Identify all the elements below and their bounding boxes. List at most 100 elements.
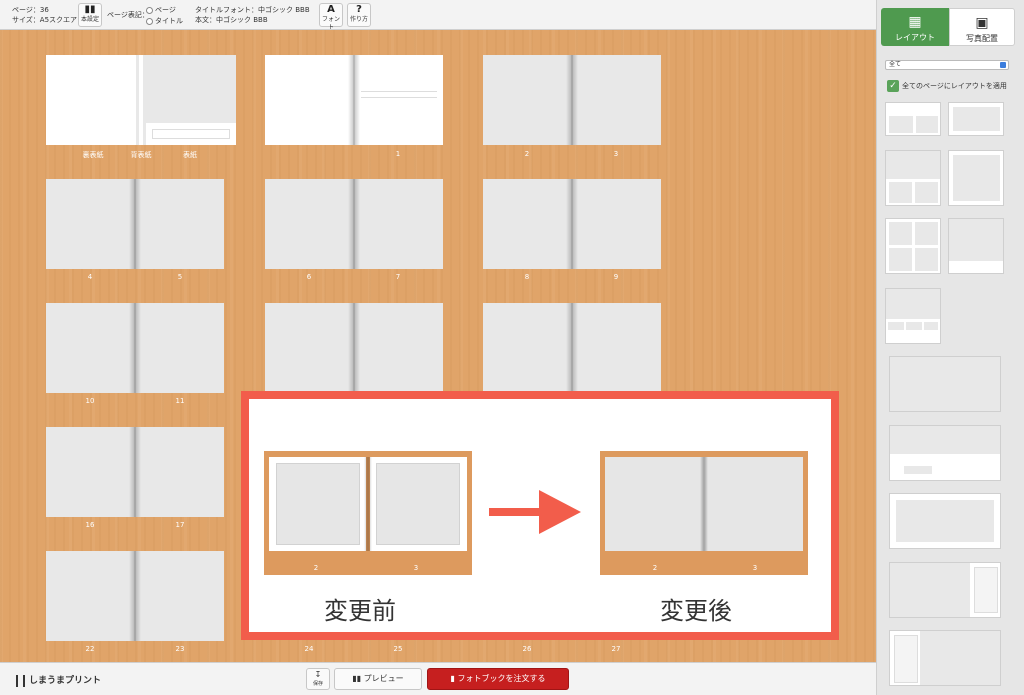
- spread-pages-10-11[interactable]: [46, 303, 224, 393]
- font-button[interactable]: A フォント: [319, 3, 343, 31]
- spread-pages-22-23[interactable]: [46, 551, 224, 641]
- apply-all-label: 全てのページにレイアウトを適用: [902, 82, 1007, 90]
- layout-template[interactable]: [889, 425, 1001, 481]
- save-button[interactable]: ↧ 保存: [306, 668, 330, 690]
- page-label-6: 6: [306, 273, 312, 281]
- page-count: ページ：36: [12, 6, 49, 14]
- page-label-17: 17: [175, 521, 185, 529]
- order-label: フォトブックを注文する: [457, 674, 546, 683]
- book-settings-button[interactable]: ▮▮ 本設定: [78, 3, 102, 27]
- tab-photo-placement[interactable]: ▣ 写真配置: [949, 8, 1015, 46]
- tab-layout-label: レイアウト: [895, 33, 935, 42]
- spread-pages-8-9[interactable]: [483, 179, 661, 269]
- cover-label-spine: 背表紙: [130, 151, 152, 159]
- book-icon: ▮▮: [352, 674, 364, 683]
- bottom-bar: しまうまプリント ↧ 保存 ▮▮ プレビュー ▮ フォトブックを注文する: [0, 662, 876, 695]
- before-page-3: 3: [413, 564, 419, 572]
- spread-pages-4-5[interactable]: [46, 179, 224, 269]
- brand-name: しまうまプリント: [29, 676, 102, 686]
- filter-value: 全て: [889, 61, 902, 68]
- layout-template[interactable]: [889, 356, 1001, 412]
- layout-filter-select[interactable]: 全て: [885, 60, 1009, 70]
- book-size: サイズ：A5スクエア: [12, 16, 78, 24]
- after-page-3: 3: [752, 564, 758, 572]
- check-icon[interactable]: ✓: [887, 80, 899, 92]
- page-label-26: 26: [522, 645, 532, 653]
- layout-template[interactable]: [889, 562, 1001, 618]
- layout-template[interactable]: [948, 102, 1004, 136]
- preview-button[interactable]: ▮▮ プレビュー: [334, 668, 422, 690]
- layout-change-callout: 2 3 2 3 変更前 変更後: [241, 391, 839, 640]
- top-toolbar: ページ：36 サイズ：A5スクエア ▮▮ 本設定 ページ表記： ページ タイトル…: [0, 0, 876, 31]
- spread-pages-14-15[interactable]: [483, 303, 661, 393]
- font-icon: A: [327, 4, 335, 15]
- cover-label-back: 裏表紙: [82, 151, 104, 159]
- page-label-1: 1: [395, 150, 401, 158]
- layout-template[interactable]: [885, 102, 941, 136]
- page-label-11: 11: [175, 397, 185, 405]
- spread-pages-6-7[interactable]: [265, 179, 443, 269]
- page-label-22: 22: [85, 645, 95, 653]
- tab-photo-label: 写真配置: [966, 34, 998, 43]
- after-spread: 2 3: [600, 451, 808, 575]
- help-icon: ?: [356, 4, 362, 15]
- page-label-16: 16: [85, 521, 95, 529]
- page-option[interactable]: ページ: [146, 5, 176, 15]
- layout-template[interactable]: [948, 150, 1004, 206]
- back-cover: [46, 55, 136, 145]
- spread-page-1[interactable]: [265, 55, 443, 145]
- page-label-7: 7: [395, 273, 401, 281]
- spread-pages-12-13[interactable]: [265, 303, 443, 393]
- page-label-27: 27: [611, 645, 621, 653]
- page-label-3: 3: [613, 150, 619, 158]
- title-option-label: タイトル: [155, 17, 183, 25]
- spread-pages-16-17[interactable]: [46, 427, 224, 517]
- page-label-10: 10: [85, 397, 95, 405]
- grid-icon: ▦: [908, 14, 922, 30]
- preview-label: プレビュー: [363, 674, 404, 683]
- book-icon: ▮▮: [84, 4, 96, 15]
- tab-layout[interactable]: ▦ レイアウト: [881, 8, 949, 46]
- help-button[interactable]: ? 作り方: [347, 3, 371, 27]
- page-label-2: 2: [524, 150, 530, 158]
- after-page-2: 2: [652, 564, 658, 572]
- page-label-9: 9: [613, 273, 619, 281]
- layout-template[interactable]: [885, 288, 941, 344]
- page-notation-label: ページ表記：: [107, 11, 149, 19]
- page-label-24: 24: [304, 645, 314, 653]
- arrow-right-icon: [539, 490, 581, 534]
- select-arrow-icon: [1000, 62, 1006, 68]
- save-label: 保存: [312, 681, 323, 687]
- front-cover-title-box: [152, 129, 230, 139]
- order-photobook-button[interactable]: ▮ フォトブックを注文する: [427, 668, 569, 690]
- page-label-4: 4: [87, 273, 93, 281]
- layout-template[interactable]: [889, 630, 1001, 686]
- layout-template[interactable]: [948, 218, 1004, 274]
- before-spread: 2 3: [264, 451, 472, 575]
- page-checkbox[interactable]: [146, 6, 153, 14]
- layout-template[interactable]: [889, 493, 1001, 549]
- title-option[interactable]: タイトル: [146, 16, 183, 26]
- arrow-shaft: [489, 508, 541, 516]
- logo-icon: [16, 674, 25, 687]
- help-button-label: 作り方: [349, 16, 368, 23]
- after-label: 変更後: [660, 597, 732, 625]
- before-label: 変更前: [324, 597, 396, 625]
- cover-label-front: 表紙: [183, 151, 197, 159]
- save-icon: ↧: [314, 670, 322, 679]
- page-label-8: 8: [524, 273, 530, 281]
- page-option-label: ページ: [155, 6, 176, 14]
- title-font-info: タイトルフォント：中ゴシック BBB: [195, 6, 310, 14]
- before-page-2: 2: [313, 564, 319, 572]
- layout-panel: ▦ レイアウト ▣ 写真配置 全て ✓ 全てのページにレイアウトを適用: [876, 0, 1024, 695]
- layout-template[interactable]: [885, 150, 941, 206]
- book-settings-label: 本設定: [80, 16, 99, 23]
- title-checkbox[interactable]: [146, 17, 153, 25]
- page-label-23: 23: [175, 645, 185, 653]
- apply-all-option[interactable]: ✓ 全てのページにレイアウトを適用: [887, 80, 1007, 92]
- spread-pages-2-3[interactable]: [483, 55, 661, 145]
- layout-template[interactable]: [885, 218, 941, 274]
- page-label-25: 25: [393, 645, 403, 653]
- spine-cover: [139, 55, 143, 145]
- cover-spread[interactable]: [46, 55, 236, 145]
